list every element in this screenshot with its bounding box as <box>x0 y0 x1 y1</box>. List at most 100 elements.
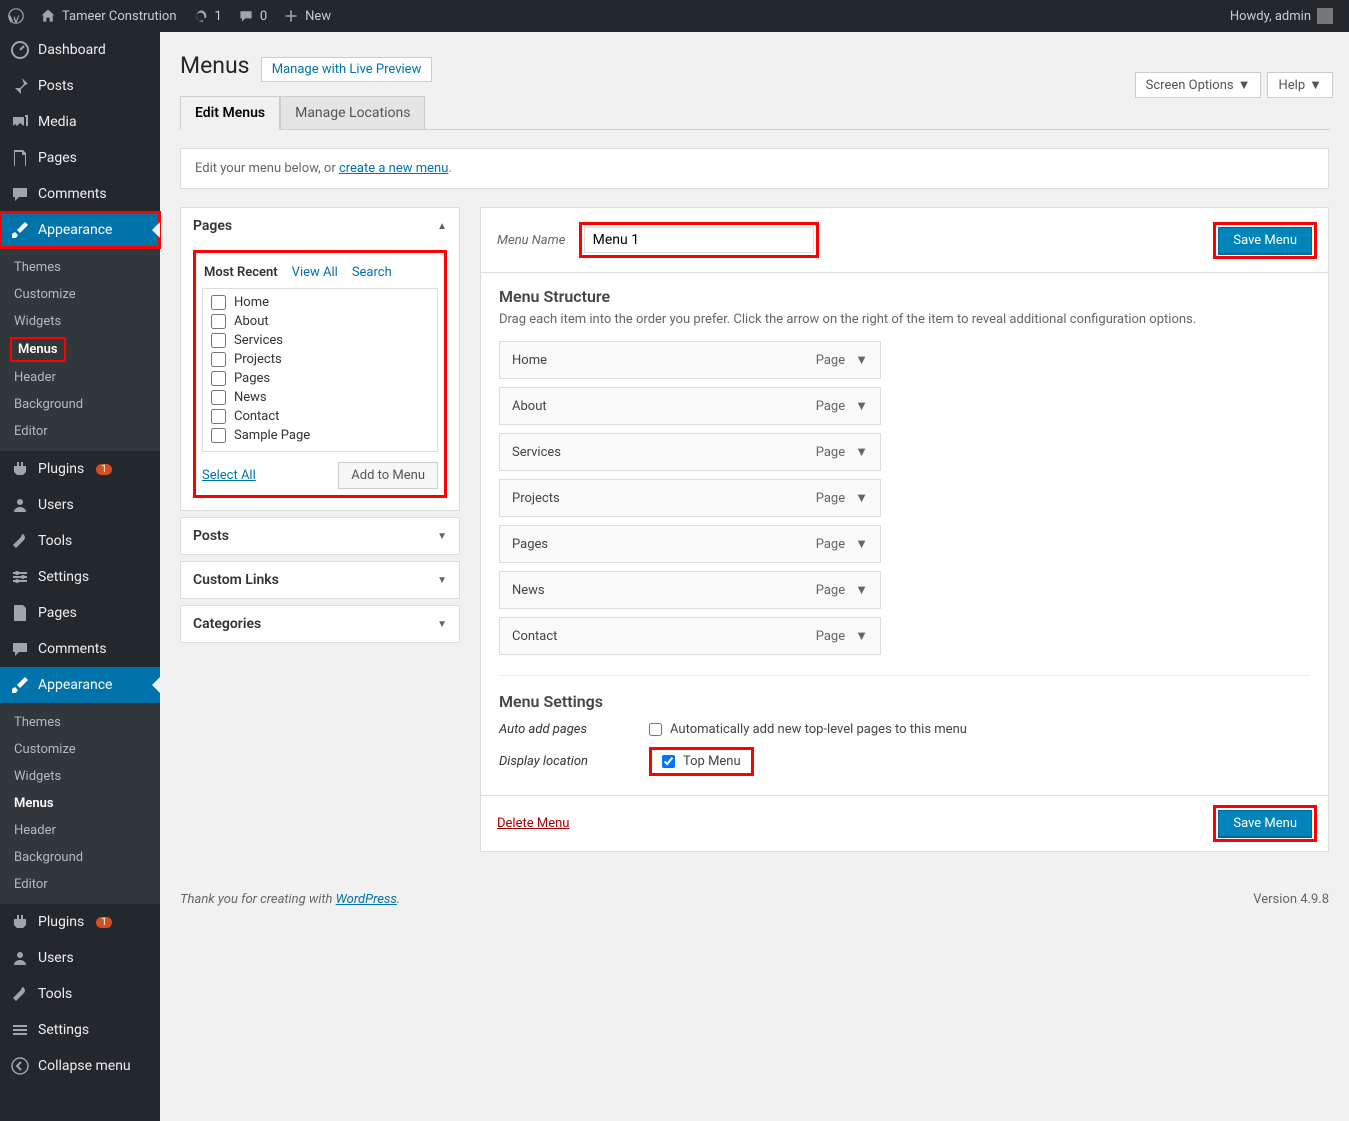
site-link[interactable]: Tameer Constrution <box>32 0 185 32</box>
menu-item[interactable]: HomePage▼ <box>499 341 881 379</box>
howdy-text: Howdy, admin <box>1230 9 1311 24</box>
pages-tab-search[interactable]: Search <box>352 265 392 280</box>
page-icon <box>10 148 30 168</box>
pages-tabs: Most Recent View All Search <box>202 259 438 288</box>
metabox-categories-header[interactable]: Categories▼ <box>181 606 459 642</box>
submenu-themes[interactable]: Themes <box>0 254 160 281</box>
page-checkbox[interactable] <box>211 295 226 310</box>
page-item[interactable]: Pages <box>207 369 433 388</box>
page-checkbox[interactable] <box>211 314 226 329</box>
submenu2-themes[interactable]: Themes <box>0 709 160 736</box>
delete-menu-link[interactable]: Delete Menu <box>497 816 569 831</box>
screen-options-button[interactable]: Screen Options ▼ <box>1135 72 1262 98</box>
create-menu-link[interactable]: create a new menu <box>339 161 448 176</box>
chevron-down-icon[interactable]: ▼ <box>855 398 868 414</box>
sidebar-plugins2[interactable]: Plugins1 <box>0 904 160 940</box>
page-item[interactable]: Sample Page <box>207 426 433 445</box>
sidebar-users2[interactable]: Users <box>0 940 160 976</box>
settings-icon <box>10 567 30 587</box>
submenu2-menus[interactable]: Menus <box>0 790 160 817</box>
pages-list[interactable]: Home About Services Projects Pages News … <box>202 288 438 452</box>
save-menu-bottom-button[interactable]: Save Menu <box>1218 810 1312 837</box>
submenu-customize[interactable]: Customize <box>0 281 160 308</box>
top-menu-checkbox[interactable] <box>662 755 675 768</box>
submenu-background[interactable]: Background <box>0 391 160 418</box>
sidebar-collapse[interactable]: Collapse menu <box>0 1048 160 1084</box>
updates-link[interactable]: 1 <box>185 0 230 32</box>
menu-item[interactable]: AboutPage▼ <box>499 387 881 425</box>
sidebar-users[interactable]: Users <box>0 487 160 523</box>
submenu2-widgets[interactable]: Widgets <box>0 763 160 790</box>
save-menu-top-button[interactable]: Save Menu <box>1218 227 1312 254</box>
sidebar-tools[interactable]: Tools <box>0 523 160 559</box>
tab-manage-locations[interactable]: Manage Locations <box>280 96 425 129</box>
menu-item[interactable]: ContactPage▼ <box>499 617 881 655</box>
chevron-down-icon[interactable]: ▼ <box>855 444 868 460</box>
submenu2-header[interactable]: Header <box>0 817 160 844</box>
sidebar-comments[interactable]: Comments <box>0 176 160 212</box>
sidebar-media[interactable]: Media <box>0 104 160 140</box>
sidebar-settings2[interactable]: Settings <box>0 1012 160 1048</box>
metabox-pages-header[interactable]: Pages▲ <box>181 208 459 244</box>
pages-tab-all[interactable]: View All <box>292 265 338 280</box>
submenu-widgets[interactable]: Widgets <box>0 308 160 335</box>
menu-item[interactable]: NewsPage▼ <box>499 571 881 609</box>
select-all-link[interactable]: Select All <box>202 468 256 483</box>
wordpress-link[interactable]: WordPress <box>336 892 397 907</box>
sidebar-plugins[interactable]: Plugins1 <box>0 451 160 487</box>
admin-sidebar: Dashboard Posts Media Pages Comments App… <box>0 32 160 1121</box>
sidebar-appearance2[interactable]: Appearance <box>0 667 160 703</box>
page-checkbox[interactable] <box>211 333 226 348</box>
page-item[interactable]: Home <box>207 293 433 312</box>
sidebar-pages2[interactable]: Pages <box>0 595 160 631</box>
menu-item[interactable]: ServicesPage▼ <box>499 433 881 471</box>
chevron-down-icon[interactable]: ▼ <box>855 582 868 598</box>
metabox-posts-header[interactable]: Posts▼ <box>181 518 459 554</box>
chevron-down-icon[interactable]: ▼ <box>855 536 868 552</box>
sidebar-settings[interactable]: Settings <box>0 559 160 595</box>
sidebar-comments2[interactable]: Comments <box>0 631 160 667</box>
page-checkbox[interactable] <box>211 352 226 367</box>
page-checkbox[interactable] <box>211 390 226 405</box>
page-item[interactable]: News <box>207 388 433 407</box>
admin-bar: Tameer Constrution 1 0 New Howdy, admin <box>0 0 1349 32</box>
wp-logo[interactable] <box>0 0 32 32</box>
sidebar-pages[interactable]: Pages <box>0 140 160 176</box>
howdy-link[interactable]: Howdy, admin <box>1222 8 1341 24</box>
chevron-down-icon[interactable]: ▼ <box>855 352 868 368</box>
sidebar-tools2[interactable]: Tools <box>0 976 160 1012</box>
menu-name-input[interactable] <box>584 227 814 253</box>
submenu2-editor[interactable]: Editor <box>0 871 160 898</box>
page-item[interactable]: Projects <box>207 350 433 369</box>
submenu-editor[interactable]: Editor <box>0 418 160 445</box>
page-item[interactable]: Contact <box>207 407 433 426</box>
tab-edit-menus[interactable]: Edit Menus <box>180 96 280 130</box>
chevron-down-icon[interactable]: ▼ <box>855 490 868 506</box>
chevron-down-icon: ▼ <box>437 619 447 630</box>
page-checkbox[interactable] <box>211 409 226 424</box>
wordpress-icon <box>8 8 24 24</box>
users-icon <box>10 495 30 515</box>
page-item[interactable]: About <box>207 312 433 331</box>
comments-link[interactable]: 0 <box>230 0 275 32</box>
help-button[interactable]: Help ▼ <box>1267 72 1333 98</box>
sidebar-appearance[interactable]: Appearance <box>0 212 160 248</box>
sidebar-posts[interactable]: Posts <box>0 68 160 104</box>
metabox-custom-header[interactable]: Custom Links▼ <box>181 562 459 598</box>
submenu-header[interactable]: Header <box>0 364 160 391</box>
menu-item[interactable]: ProjectsPage▼ <box>499 479 881 517</box>
page-checkbox[interactable] <box>211 428 226 443</box>
submenu2-customize[interactable]: Customize <box>0 736 160 763</box>
new-link[interactable]: New <box>275 0 339 32</box>
add-to-menu-button[interactable]: Add to Menu <box>338 462 438 489</box>
page-item[interactable]: Services <box>207 331 433 350</box>
chevron-down-icon[interactable]: ▼ <box>855 628 868 644</box>
live-preview-button[interactable]: Manage with Live Preview <box>261 57 433 82</box>
submenu-menus[interactable]: Menus <box>10 337 66 362</box>
auto-add-checkbox[interactable] <box>649 723 662 736</box>
pages-tab-recent[interactable]: Most Recent <box>204 265 278 280</box>
menu-item[interactable]: PagesPage▼ <box>499 525 881 563</box>
submenu2-background[interactable]: Background <box>0 844 160 871</box>
sidebar-dashboard[interactable]: Dashboard <box>0 32 160 68</box>
page-checkbox[interactable] <box>211 371 226 386</box>
